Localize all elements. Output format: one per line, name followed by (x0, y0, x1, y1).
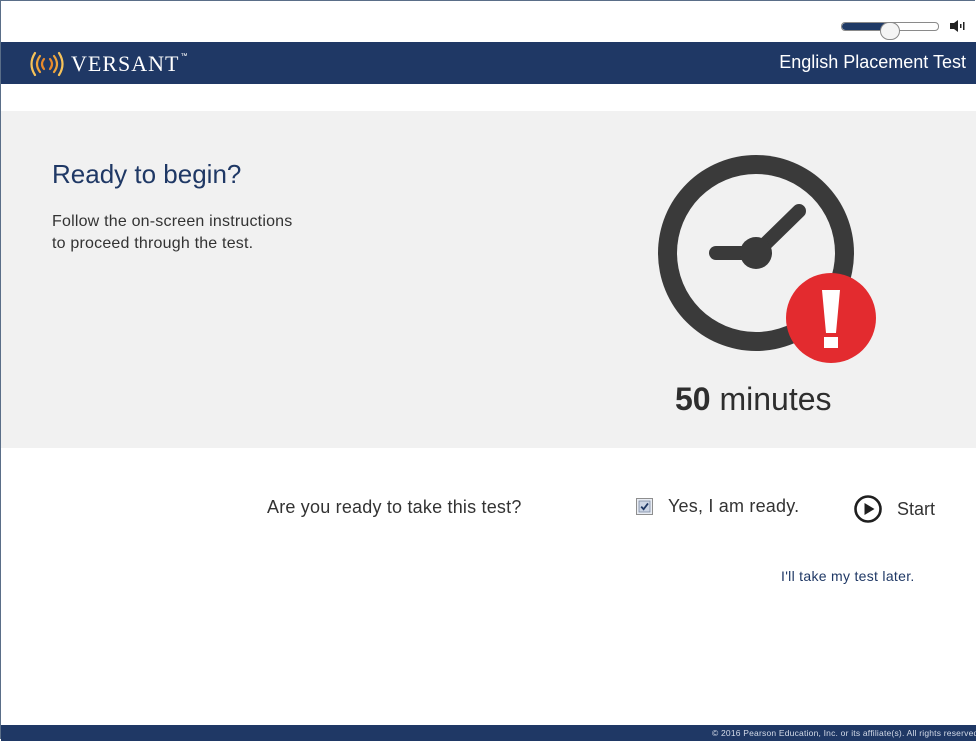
play-circle-icon (854, 495, 882, 523)
instruction-text: Follow the on-screen instructions to pro… (52, 211, 292, 255)
take-test-later-link[interactable]: I'll take my test later. (781, 568, 915, 584)
start-button[interactable]: Start (853, 494, 935, 524)
ready-heading: Ready to begin? (52, 159, 242, 189)
intro-panel: Ready to begin? Follow the on-screen ins… (1, 111, 976, 448)
instruction-line-1: Follow the on-screen instructions (52, 213, 293, 230)
brand-name: VERSANT (71, 51, 180, 76)
volume-slider-track[interactable] (841, 22, 939, 40)
volume-slider-thumb[interactable] (880, 22, 900, 40)
ready-checkbox-label[interactable]: Yes, I am ready. (668, 496, 799, 517)
ready-checkbox[interactable] (636, 498, 653, 515)
checkmark-icon (638, 500, 651, 513)
test-title: English Placement Test (779, 52, 966, 72)
speaker-icon[interactable] (948, 18, 968, 34)
instruction-line-2: to proceed through the test. (52, 235, 254, 252)
clock-alert-icon (658, 155, 876, 363)
ready-question: Are you ready to take this test? (267, 497, 522, 517)
sound-waves-icon (30, 51, 64, 77)
app-footer: © 2016 Pearson Education, Inc. or its af… (1, 725, 976, 741)
test-duration: 50 minutes (675, 381, 832, 418)
volume-control[interactable] (841, 17, 971, 40)
trademark-mark: ™ (180, 52, 188, 60)
copyright-text: © 2016 Pearson Education, Inc. or its af… (711, 728, 976, 738)
versant-logo: VERSANT ™ (29, 49, 187, 79)
duration-value: 50 (675, 381, 711, 417)
duration-unit: minutes (719, 381, 832, 417)
start-button-label: Start (897, 498, 936, 519)
app-window: VERSANT ™ English Placement Test Ready t… (0, 0, 976, 741)
app-header: VERSANT ™ English Placement Test (1, 42, 976, 84)
